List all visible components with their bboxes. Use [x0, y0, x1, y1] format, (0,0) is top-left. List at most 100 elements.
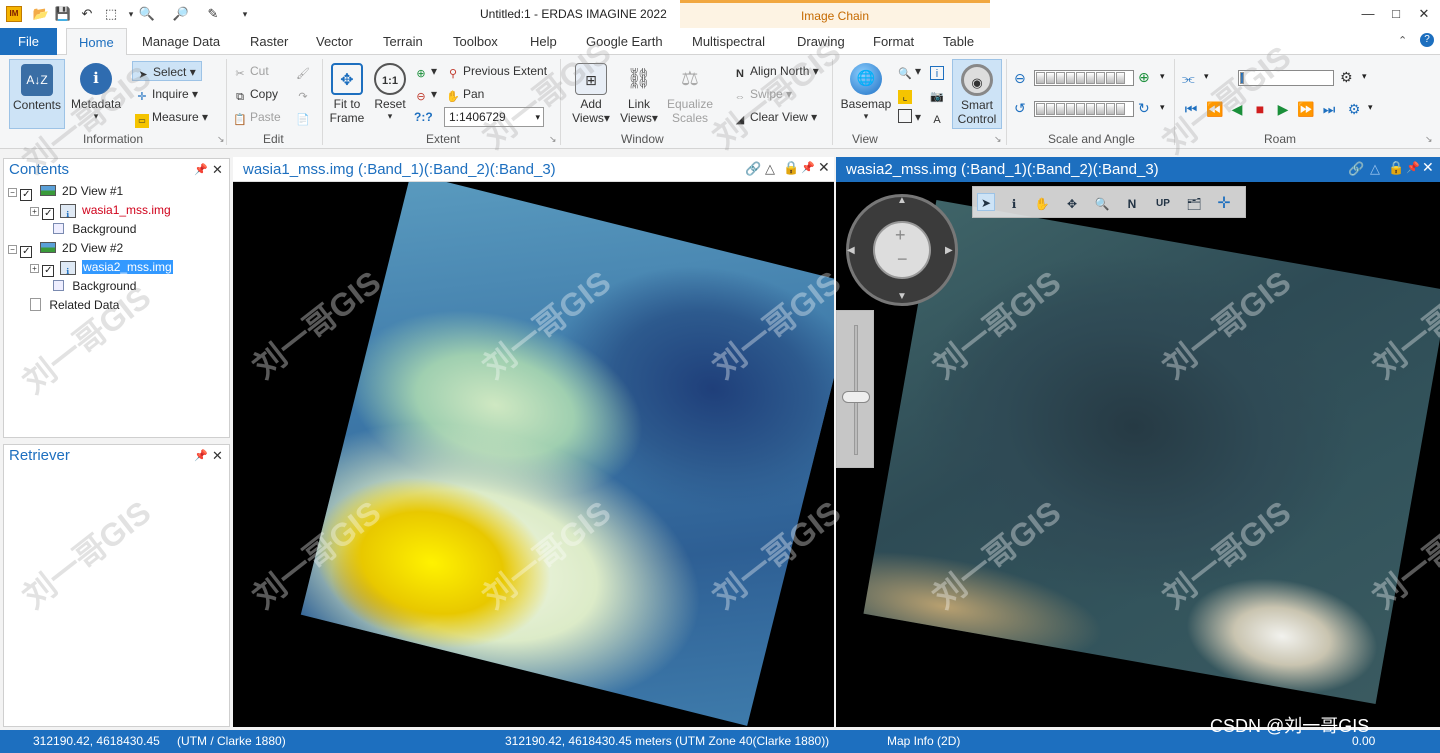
tree-item-2d-view-1[interactable]: − ✓ 2D View #1: [8, 182, 228, 201]
pan-up-icon[interactable]: ▲: [897, 195, 907, 206]
close-button[interactable]: ✕: [1410, 4, 1438, 24]
angle-slider[interactable]: [1034, 101, 1134, 117]
smart-control-button[interactable]: ◉ Smart Control: [952, 59, 1002, 129]
zoom-in-extent-button[interactable]: ⊕ ▾: [414, 61, 437, 81]
lock-icon[interactable]: 🔒: [783, 160, 799, 176]
scale-dropdown-icon[interactable]: ▾: [1160, 71, 1165, 82]
roam-speed-slider[interactable]: [1238, 70, 1334, 86]
save-icon[interactable]: 💾: [54, 5, 72, 23]
angle-dropdown-icon[interactable]: ▾: [1160, 102, 1165, 113]
view1-header[interactable]: wasia1_mss.img (:Band_1)(:Band_2)(:Band_…: [233, 157, 834, 182]
zoom-out-icon[interactable]: 🔎: [172, 5, 190, 23]
zoom-out-extent-button[interactable]: ⊖ ▾: [414, 84, 437, 104]
tab-help[interactable]: Help: [528, 28, 559, 55]
status-map-info[interactable]: Map Info (2D): [887, 734, 960, 748]
previous-extent-button[interactable]: ⚲ Previous Extent: [446, 61, 547, 81]
undo-icon[interactable]: ↶: [78, 5, 96, 23]
scale-icon[interactable]: ⊖: [1014, 70, 1026, 87]
collapse-icon[interactable]: −: [8, 188, 17, 197]
tree-item-wasia2[interactable]: + ✓ ℹ wasia2_mss.img: [8, 258, 228, 277]
magnifier-icon[interactable]: 🔍: [1093, 195, 1111, 213]
select-cursor-icon[interactable]: ➤: [977, 193, 995, 211]
pan-down-icon[interactable]: ▼: [897, 291, 907, 302]
metadata-button[interactable]: ℹ Metadata ▾: [66, 59, 126, 129]
roam-path-dropdown-icon[interactable]: ▾: [1204, 71, 1209, 82]
measure-button[interactable]: ▭ Measure ▾: [135, 107, 208, 128]
pin-icon[interactable]: 📌: [194, 163, 208, 176]
up-orient-icon[interactable]: UP: [1151, 195, 1175, 213]
pin-icon[interactable]: 📌: [194, 449, 208, 462]
roam-skip-start-icon[interactable]: ⏮: [1182, 100, 1200, 118]
roam-play-icon[interactable]: ▶: [1274, 100, 1292, 118]
select-button[interactable]: ➤ Select ▾: [132, 61, 202, 81]
maximize-button[interactable]: □: [1382, 4, 1410, 24]
tab-drawing[interactable]: Drawing: [795, 28, 847, 55]
view2-header[interactable]: wasia2_mss.img (:Band_1)(:Band_2)(:Band_…: [836, 157, 1440, 182]
extent-launcher-icon[interactable]: ↘: [549, 134, 557, 145]
layers-icon[interactable]: 🗂: [1185, 195, 1203, 213]
open-icon[interactable]: 📂: [32, 5, 50, 23]
zoom-plus-icon[interactable]: +: [895, 225, 906, 246]
customize-quick-access-icon[interactable]: ▾: [236, 5, 254, 23]
panel-close-icon[interactable]: ✕: [212, 448, 223, 464]
view-close-icon[interactable]: ✕: [818, 159, 830, 176]
tab-table[interactable]: Table: [941, 28, 976, 55]
collapse-icon[interactable]: −: [8, 245, 17, 254]
navigation-ring[interactable]: ▲ ▼ ◀ ▶ + −: [846, 194, 958, 306]
lock-icon[interactable]: 🔒: [1388, 160, 1404, 176]
app-icon[interactable]: IM: [6, 6, 22, 22]
edit-extra-button-2[interactable]: ↷: [296, 84, 313, 104]
view-launcher-icon[interactable]: ↘: [994, 134, 1002, 145]
minimize-button[interactable]: —: [1354, 4, 1382, 24]
rotate-cw-icon[interactable]: ↻: [1138, 100, 1150, 117]
paste-button[interactable]: 📋 Paste: [233, 107, 281, 127]
inquire-button[interactable]: ✛ Inquire ▾: [135, 84, 198, 104]
equalize-scales-button[interactable]: ⚖ Equalize Scales: [662, 59, 718, 129]
roam-settings-dropdown-icon[interactable]: ▾: [1362, 71, 1367, 82]
crosshair-icon[interactable]: ✛: [1215, 195, 1233, 213]
copy-button[interactable]: ⧉ Copy: [233, 84, 278, 104]
tab-terrain[interactable]: Terrain: [381, 28, 425, 55]
expand-icon[interactable]: +: [30, 207, 39, 216]
warning-triangle-icon[interactable]: △: [765, 161, 775, 177]
pan-hand-icon[interactable]: ✋: [1033, 195, 1051, 213]
unknown-scale-button[interactable]: ?:?: [414, 107, 433, 127]
scale-up-icon[interactable]: ⊕: [1138, 69, 1150, 86]
roam-settings-icon[interactable]: ⚙: [1340, 69, 1353, 86]
link-icon[interactable]: 🔗: [745, 161, 761, 177]
clear-view-button[interactable]: ◢ Clear View ▾: [733, 107, 817, 127]
view2-canvas[interactable]: ▲ ▼ ◀ ▶ + − ➤ ℹ ✋ ✥ 🔍 N UP 🗂 ✛: [836, 182, 1440, 727]
fit-to-frame-button[interactable]: ✥ Fit to Frame: [325, 59, 369, 129]
tab-manage-data[interactable]: Manage Data: [140, 28, 222, 55]
view1-checkbox[interactable]: ✓: [20, 189, 33, 201]
pin-icon[interactable]: 📌: [801, 161, 815, 174]
tab-toolbox[interactable]: Toolbox: [451, 28, 500, 55]
tab-format[interactable]: Format: [871, 28, 916, 55]
tree-item-related-data[interactable]: Related Data: [8, 296, 228, 315]
fit-frame-icon[interactable]: ✥: [1063, 195, 1081, 213]
tree-item-2d-view-2[interactable]: − ✓ 2D View #2: [8, 239, 228, 258]
ribbon-collapse-icon[interactable]: ⌃: [1398, 34, 1407, 47]
pan-button[interactable]: ✋ Pan: [446, 84, 484, 104]
pan-right-icon[interactable]: ▶: [945, 245, 953, 256]
view-camera-button[interactable]: 📷: [930, 84, 947, 104]
tab-raster[interactable]: Raster: [248, 28, 290, 55]
roam-skip-end-icon[interactable]: ⏭: [1320, 100, 1338, 118]
link-views-button[interactable]: ⛓ Link Views▾: [616, 59, 662, 129]
inquire-info-icon[interactable]: ℹ: [1005, 195, 1023, 213]
view-text-button[interactable]: A: [930, 107, 947, 127]
add-views-button[interactable]: ⊞ Add Views▾: [566, 59, 616, 129]
roam-step-forward-icon[interactable]: ⏩: [1297, 100, 1315, 118]
scale-combobox[interactable]: 1:1406729 ▾: [444, 107, 544, 127]
swipe-button[interactable]: ⇔ Swipe ▾: [733, 84, 793, 104]
zoom-wheel[interactable]: + −: [873, 221, 931, 279]
pencil-icon[interactable]: ✎: [204, 5, 222, 23]
view2-checkbox[interactable]: ✓: [20, 246, 33, 258]
select-cursor-icon[interactable]: ⬚: [102, 5, 120, 23]
tree-item-background-1[interactable]: Background: [8, 220, 228, 239]
tree-item-wasia1[interactable]: + ✓ ℹ wasia1_mss.img: [8, 201, 228, 220]
view-close-icon[interactable]: ✕: [1422, 159, 1434, 176]
help-icon[interactable]: ?: [1420, 33, 1434, 47]
basemap-button[interactable]: 🌐 Basemap ▾: [836, 59, 896, 129]
pan-left-icon[interactable]: ◀: [847, 245, 855, 256]
